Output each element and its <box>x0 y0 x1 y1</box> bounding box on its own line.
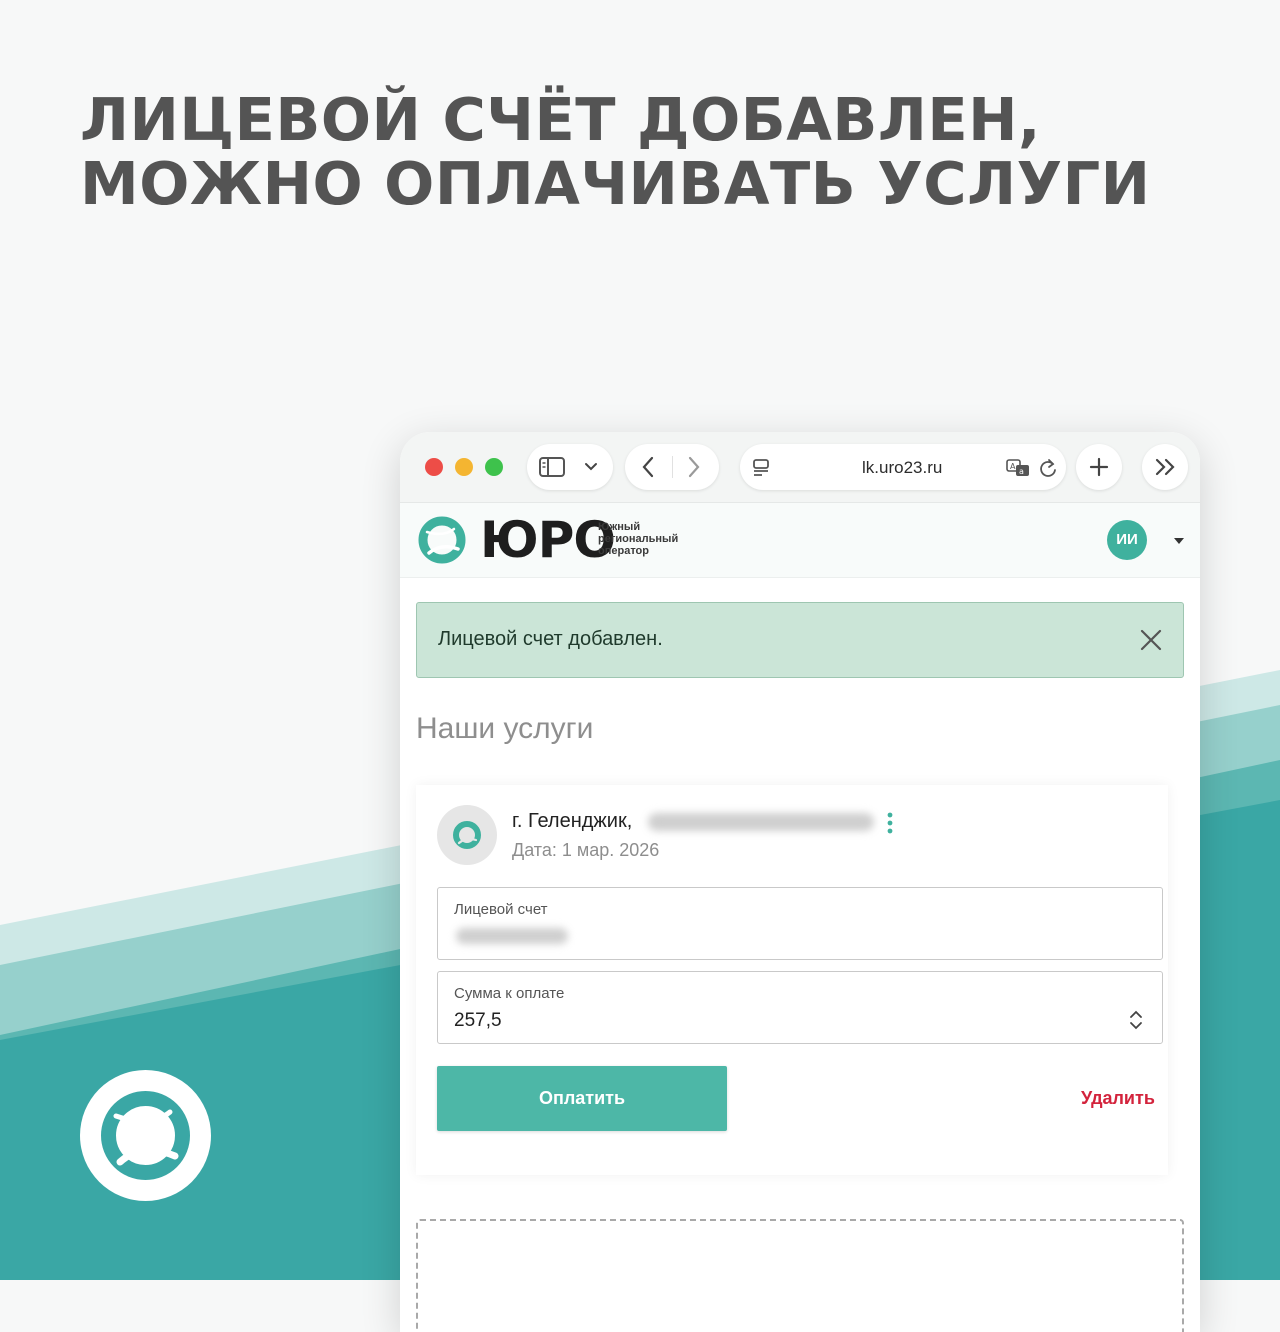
site-logo-icon[interactable] <box>414 512 470 568</box>
nav-buttons-group <box>625 444 719 490</box>
nav-divider <box>672 456 673 478</box>
reload-icon[interactable] <box>1038 457 1058 479</box>
new-tab-icon[interactable] <box>1089 457 1109 477</box>
object-avatar <box>437 805 497 865</box>
object-logo-icon <box>453 821 481 849</box>
object-date: Дата: 1 мар. 2026 <box>512 840 660 860</box>
user-avatar[interactable]: ИИ <box>1107 520 1147 560</box>
swirl-logo-icon <box>101 1091 190 1180</box>
sidebar-toggle-group[interactable] <box>527 444 613 490</box>
brand-tagline: Южный региональный оператор <box>598 521 678 557</box>
svg-text:a: a <box>1019 467 1024 476</box>
site-header: ЮРО Южный региональный оператор ИИ <box>400 503 1200 578</box>
amount-value[interactable]: 257,5 <box>454 1010 502 1032</box>
account-value-redacted <box>456 928 568 944</box>
success-alert: Лицевой счет добавлен. <box>416 602 1184 678</box>
browser-window: lk.uro23.ru A a ЮРО Южный региональный о… <box>400 432 1200 1332</box>
new-tab-button[interactable] <box>1076 444 1122 490</box>
sidebar-icon[interactable] <box>539 457 565 477</box>
add-account-placeholder[interactable] <box>416 1219 1184 1332</box>
service-card: г. Геленджик, Дата: 1 мар. 2026 Лицевой … <box>416 785 1168 1175</box>
forward-icon[interactable] <box>686 456 702 478</box>
back-icon[interactable] <box>640 456 656 478</box>
account-field-label: Лицевой счет <box>454 901 548 918</box>
headline-line-1: ЛИЦЕВОЙ СЧЁТ ДОБАВЛЕН, <box>80 85 1041 154</box>
user-menu-caret-icon[interactable] <box>1174 538 1184 544</box>
brand-tagline-line-2: региональный <box>598 533 679 545</box>
window-zoom-dot[interactable] <box>485 458 503 476</box>
brand-name[interactable]: ЮРО <box>480 511 616 569</box>
address-bar[interactable]: lk.uro23.ru A a <box>740 444 1066 490</box>
address-redacted <box>648 813 874 831</box>
more-tabs-button[interactable] <box>1142 444 1188 490</box>
svg-text:A: A <box>1010 462 1016 471</box>
translate-icon[interactable]: A a <box>1006 459 1030 477</box>
amount-field[interactable]: Сумма к оплате 257,5 <box>437 971 1163 1044</box>
headline-line-2: МОЖНО ОПЛАЧИВАТЬ УСЛУГИ <box>80 149 1151 218</box>
account-field[interactable]: Лицевой счет <box>437 887 1163 960</box>
window-close-dot[interactable] <box>425 458 443 476</box>
pay-button[interactable]: Оплатить <box>437 1066 727 1131</box>
more-icon[interactable] <box>1154 458 1178 476</box>
amount-field-label: Сумма к оплате <box>454 985 565 1002</box>
object-address: г. Геленджик, <box>512 810 633 832</box>
window-minimize-dot[interactable] <box>455 458 473 476</box>
brand-tagline-line-3: оператор <box>598 545 649 557</box>
close-icon[interactable] <box>1139 628 1163 652</box>
chevron-down-icon[interactable] <box>584 462 598 472</box>
browser-toolbar: lk.uro23.ru A a <box>400 432 1200 503</box>
alert-message: Лицевой счет добавлен. <box>438 628 663 650</box>
tab-list-icon[interactable] <box>752 458 770 478</box>
delete-link[interactable]: Удалить <box>1081 1088 1155 1109</box>
url-text[interactable]: lk.uro23.ru <box>862 458 942 478</box>
brand-logo-badge <box>80 1070 211 1201</box>
headline: ЛИЦЕВОЙ СЧЁТ ДОБАВЛЕН, МОЖНО ОПЛАЧИВАТЬ … <box>80 88 1151 216</box>
section-title: Наши услуги <box>416 712 594 745</box>
stepper-arrows-icon[interactable] <box>1128 1008 1144 1032</box>
brand-tagline-line-1: Южный <box>598 521 641 533</box>
kebab-menu-icon[interactable] <box>886 812 894 834</box>
